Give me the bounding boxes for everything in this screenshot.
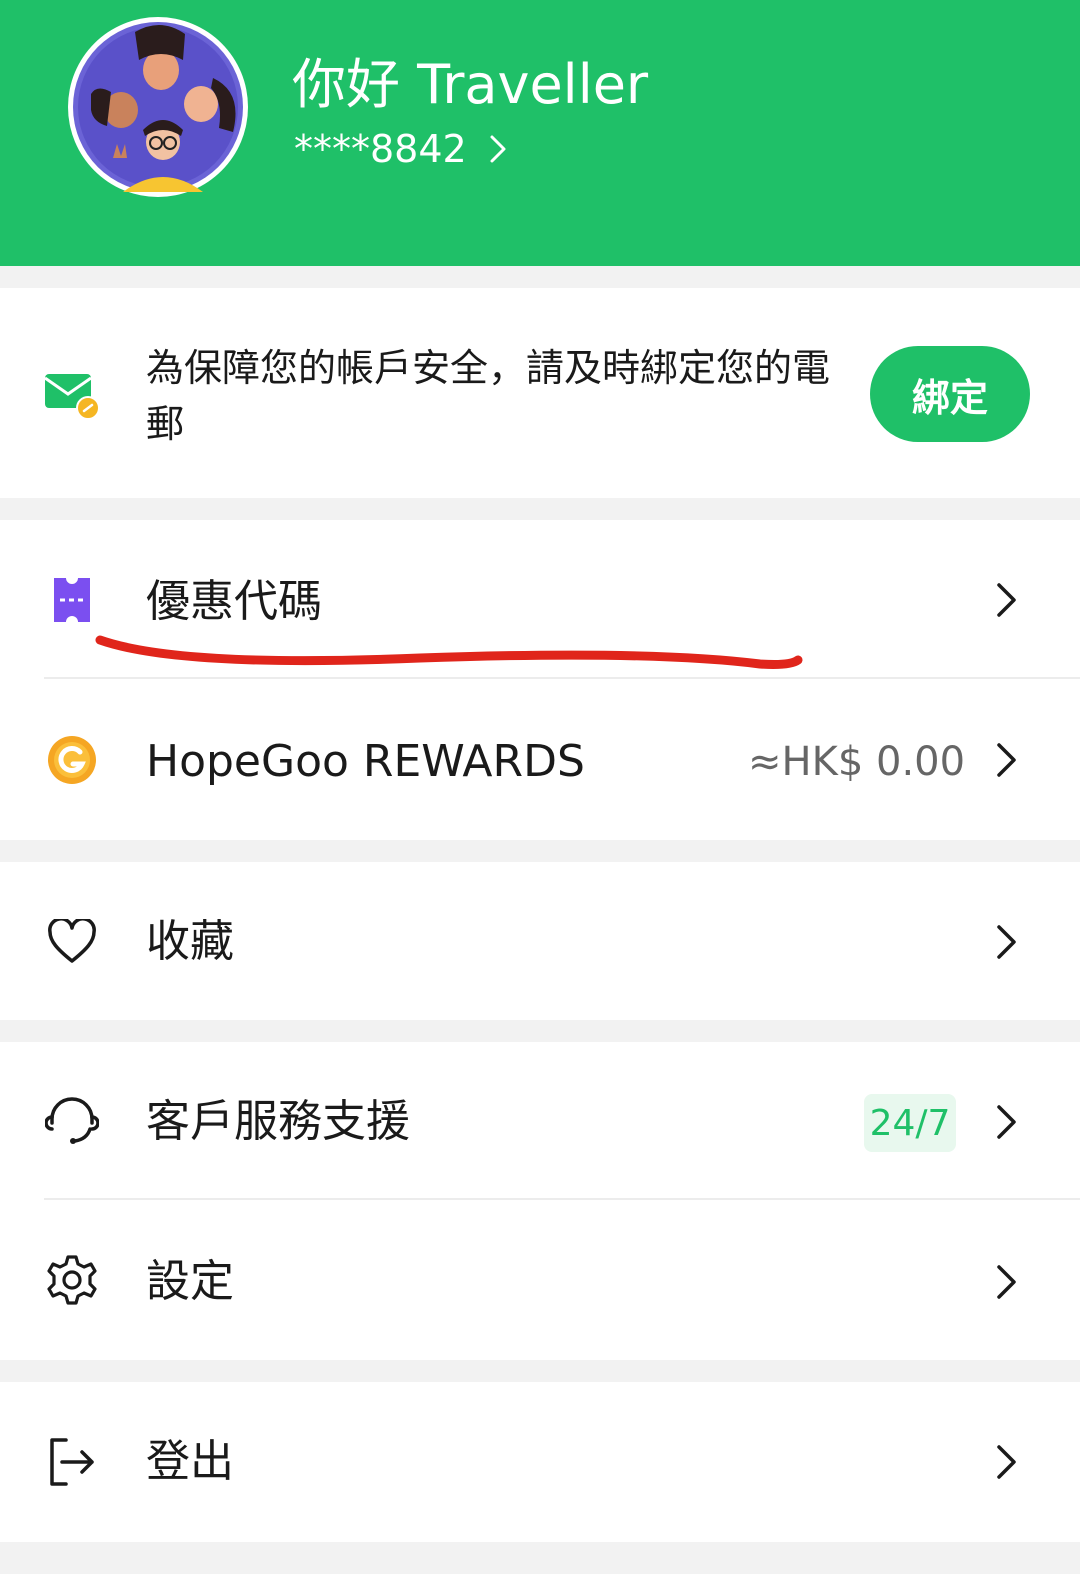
bind-email-button[interactable]: 綁定 [870, 346, 1030, 442]
account-number-link[interactable]: ****8842 [294, 123, 507, 175]
coin-icon [44, 732, 100, 788]
favorites-card: 收藏 [0, 862, 1080, 1020]
headset-icon [44, 1092, 100, 1148]
divider [44, 677, 1080, 679]
rewards-card: 優惠代碼 HopeGoo REWARDS ≈HK$ 0.00 [0, 520, 1080, 840]
profile-header: 你好 Traveller ****8842 [0, 0, 1080, 266]
logout-icon [44, 1434, 100, 1490]
rewards-balance: ≈HK$ 0.00 [748, 739, 966, 785]
logout-card: 登出 [0, 1382, 1080, 1542]
menu-label-rewards: HopeGoo REWARDS [146, 736, 585, 787]
email-binding-card: 為保障您的帳戶安全，請及時綁定您的電郵 綁定 [0, 288, 1080, 498]
chevron-right-icon [992, 1102, 1022, 1142]
ticket-icon [44, 572, 100, 628]
menu-item-coupon[interactable]: 優惠代碼 [0, 520, 1080, 678]
menu-label-settings: 設定 [146, 1256, 234, 1307]
heart-icon [44, 914, 100, 970]
menu-item-logout[interactable]: 登出 [0, 1382, 1080, 1542]
email-prompt-text: 為保障您的帳戶安全，請及時綁定您的電郵 [146, 346, 831, 446]
chevron-right-icon [992, 922, 1022, 962]
chevron-right-icon [489, 134, 507, 164]
menu-item-support[interactable]: 客戶服務支援 24/7 [0, 1042, 1080, 1198]
chevron-right-icon [992, 580, 1022, 620]
chevron-right-icon [992, 740, 1022, 780]
menu-item-favorites[interactable]: 收藏 [0, 862, 1080, 1020]
menu-item-rewards[interactable]: HopeGoo REWARDS ≈HK$ 0.00 [0, 680, 1080, 840]
menu-label-favorites: 收藏 [146, 916, 234, 967]
chevron-right-icon [992, 1262, 1022, 1302]
menu-label-support: 客戶服務支援 [146, 1096, 410, 1147]
account-number: ****8842 [294, 127, 467, 171]
menu-label-logout: 登出 [146, 1436, 234, 1487]
email-link-icon [44, 370, 100, 420]
avatar-illustration [73, 22, 243, 192]
avatar[interactable] [68, 17, 248, 197]
greeting-title: 你好 Traveller [292, 53, 649, 116]
menu-label-coupon: 優惠代碼 [146, 576, 322, 627]
menu-item-settings[interactable]: 設定 [0, 1200, 1080, 1360]
gear-icon [44, 1252, 100, 1308]
support-settings-card: 客戶服務支援 24/7 設定 [0, 1042, 1080, 1360]
support-hours-badge: 24/7 [864, 1094, 956, 1152]
chevron-right-icon [992, 1442, 1022, 1482]
